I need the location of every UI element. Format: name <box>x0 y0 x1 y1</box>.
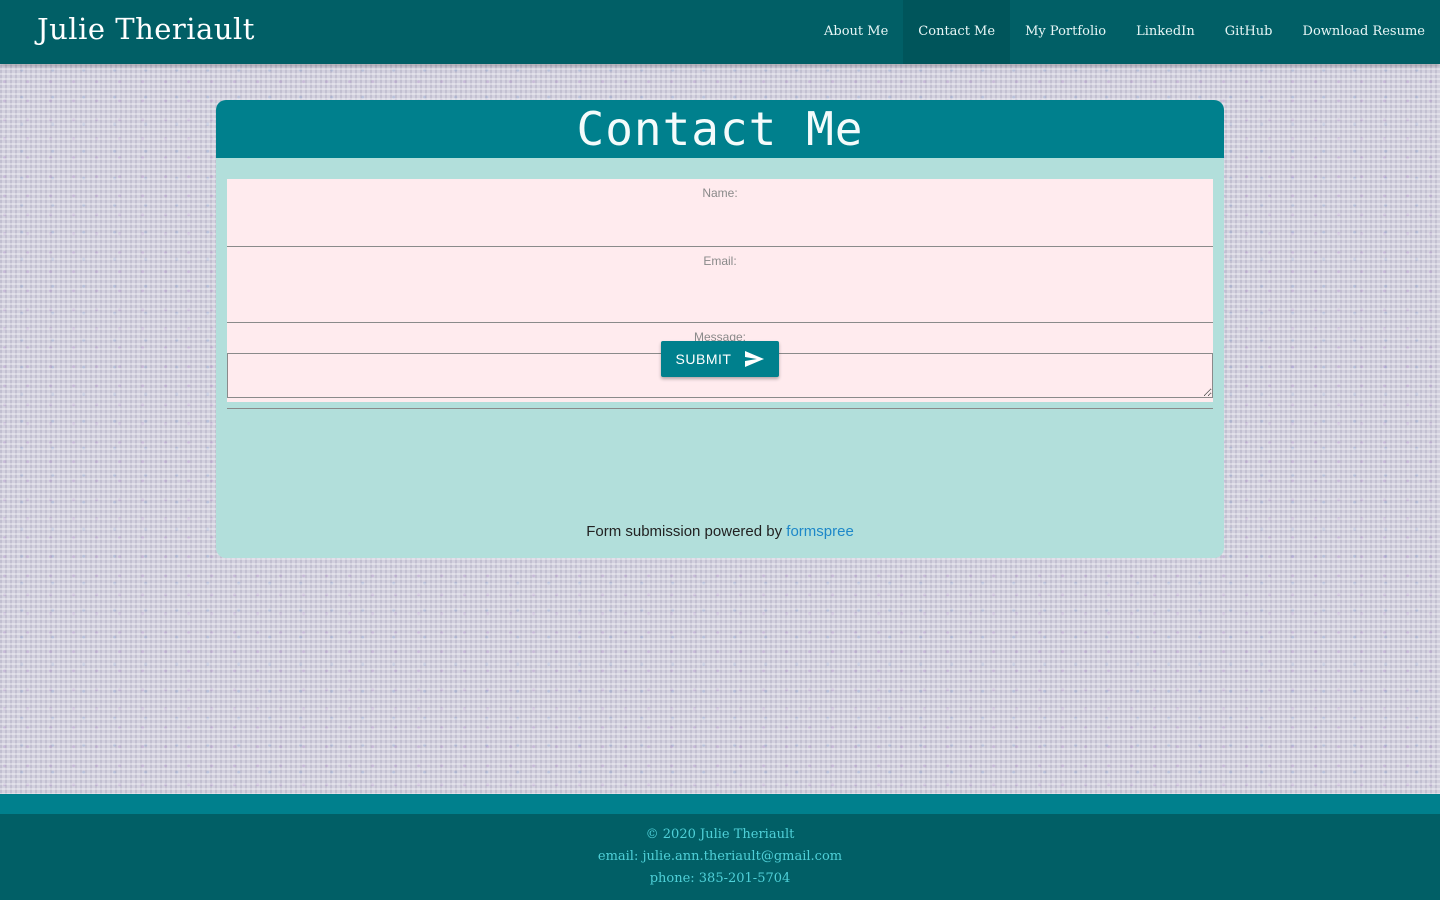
footer-copyright: © 2020 Julie Theriault <box>645 827 795 842</box>
email-input[interactable] <box>227 288 1213 322</box>
nav-item-github: GitHub <box>1210 0 1288 64</box>
top-navbar: Julie Theriault About Me Contact Me My P… <box>0 0 1440 64</box>
formspree-link[interactable]: formspree <box>786 523 854 540</box>
powered-by-note: Form submission powered by formspree <box>216 523 1224 540</box>
brand-logo[interactable]: Julie Theriault <box>37 12 255 46</box>
nav-item-portfolio: My Portfolio <box>1010 0 1121 64</box>
page-footer: © 2020 Julie Theriault email: julie.ann.… <box>0 814 1440 900</box>
contact-card: Contact Me Name: Email: Message: SUBMIT … <box>216 100 1224 558</box>
nav-link-download-resume[interactable]: Download Resume <box>1288 0 1440 64</box>
footer-accent-band <box>0 794 1440 814</box>
email-field: Email: <box>227 247 1213 323</box>
nav-link-about[interactable]: About Me <box>809 0 903 64</box>
nav-menu: About Me Contact Me My Portfolio LinkedI… <box>809 0 1440 64</box>
footer-email: email: julie.ann.theriault@gmail.com <box>597 849 843 864</box>
nav-item-contact: Contact Me <box>903 0 1011 64</box>
nav-link-github[interactable]: GitHub <box>1210 0 1288 64</box>
nav-item-linkedin: LinkedIn <box>1121 0 1210 64</box>
footer-phone: phone: 385-201-5704 <box>649 871 791 886</box>
page-title: Contact Me <box>576 102 864 156</box>
name-input[interactable] <box>227 212 1213 246</box>
contact-card-header: Contact Me <box>216 100 1224 158</box>
name-field: Name: <box>227 179 1213 247</box>
nav-link-contact[interactable]: Contact Me <box>903 0 1011 64</box>
send-icon <box>745 351 765 367</box>
submit-button[interactable]: SUBMIT <box>661 341 779 377</box>
message-underline <box>227 408 1213 409</box>
nav-link-linkedin[interactable]: LinkedIn <box>1121 0 1210 64</box>
email-label: Email: <box>703 254 737 268</box>
nav-link-portfolio[interactable]: My Portfolio <box>1010 0 1121 64</box>
nav-item-resume: Download Resume <box>1288 0 1440 64</box>
submit-label: SUBMIT <box>675 351 732 367</box>
name-label: Name: <box>702 186 738 200</box>
nav-item-about: About Me <box>809 0 903 64</box>
powered-by-text: Form submission powered by <box>586 523 783 540</box>
